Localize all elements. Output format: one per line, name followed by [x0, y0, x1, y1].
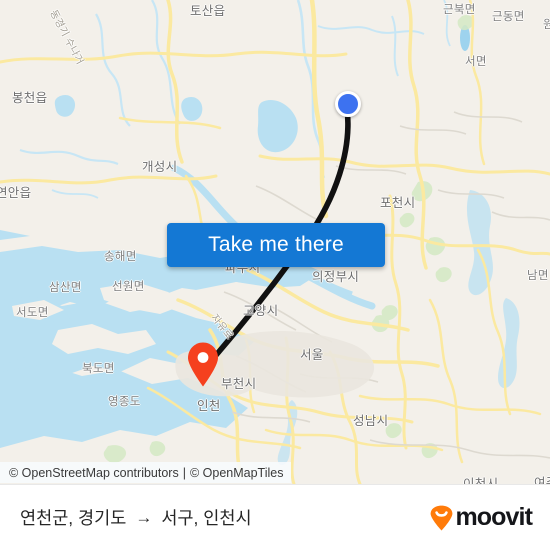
moovit-logo[interactable]: moovit [429, 503, 533, 531]
arrow-right-icon: → [135, 507, 153, 527]
map-canvas[interactable]: 토산읍 근북면 근동면 원 서면 봉천읍 동경기 수나거 개성시 연안읍 포천시 남면 송해면 선원면 삼… [0, 0, 550, 484]
map-attribution: © OpenStreetMap contributors | © OpenMap… [0, 462, 292, 483]
route-destination-label: 서구, 인천시 [161, 508, 252, 528]
take-me-there-button[interactable]: Take me there [167, 223, 385, 267]
moovit-wordmark: moovit [455, 503, 532, 531]
attribution-maptiles[interactable]: © OpenMapTiles [190, 466, 284, 480]
route-caption: 연천군, 경기도 → 서구, 인천시 [20, 505, 252, 530]
origin-dot-marker[interactable] [335, 91, 361, 117]
moovit-pin-icon [431, 505, 453, 530]
moovit-map-screenshot: 토산읍 근북면 근동면 원 서면 봉천읍 동경기 수나거 개성시 연안읍 포천시 남면 송해면 선원면 삼… [0, 0, 550, 550]
attribution-separator: | [182, 465, 186, 480]
destination-pin-marker[interactable] [186, 341, 220, 387]
attribution-osm[interactable]: © OpenStreetMap contributors [9, 466, 179, 480]
footer-bar: 연천군, 경기도 → 서구, 인천시 moovit [0, 484, 550, 550]
map-pin-icon [188, 342, 218, 387]
route-origin-label: 연천군, 경기도 [20, 508, 127, 528]
